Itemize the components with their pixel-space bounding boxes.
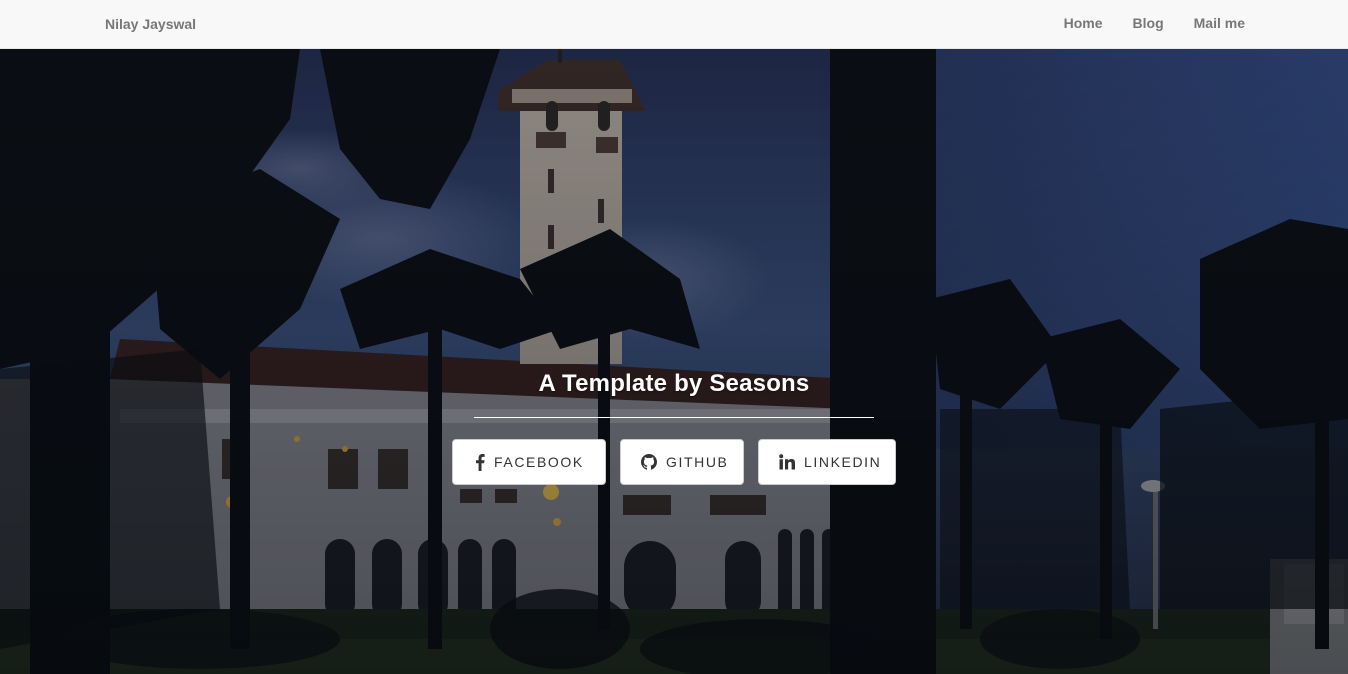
linkedin-icon — [779, 454, 795, 470]
github-icon — [641, 454, 657, 470]
facebook-label: FACEBOOK — [494, 454, 584, 470]
nav-mail-link[interactable]: Mail me — [1194, 15, 1245, 31]
hero-content: A Template by Seasons FACEBOOK GITHUB LI… — [0, 370, 1348, 485]
facebook-button[interactable]: FACEBOOK — [452, 439, 606, 485]
title-divider — [474, 417, 874, 418]
facebook-icon — [475, 453, 485, 471]
nav-links: Home Blog Mail me — [1034, 15, 1245, 31]
linkedin-label: LINKEDIN — [804, 454, 882, 470]
github-button[interactable]: GITHUB — [620, 439, 744, 485]
hero-title: A Template by Seasons — [538, 370, 810, 397]
hero-section: A Template by Seasons FACEBOOK GITHUB LI… — [0, 49, 1348, 674]
linkedin-button[interactable]: LINKEDIN — [758, 439, 896, 485]
hero-background-image — [0, 49, 1348, 674]
brand-link[interactable]: Nilay Jayswal — [105, 16, 196, 32]
navbar: Nilay Jayswal Home Blog Mail me — [0, 0, 1348, 49]
nav-blog-link[interactable]: Blog — [1133, 15, 1164, 31]
social-buttons: FACEBOOK GITHUB LINKEDIN — [0, 439, 1348, 485]
github-label: GITHUB — [666, 454, 729, 470]
nav-home-link[interactable]: Home — [1064, 15, 1103, 31]
